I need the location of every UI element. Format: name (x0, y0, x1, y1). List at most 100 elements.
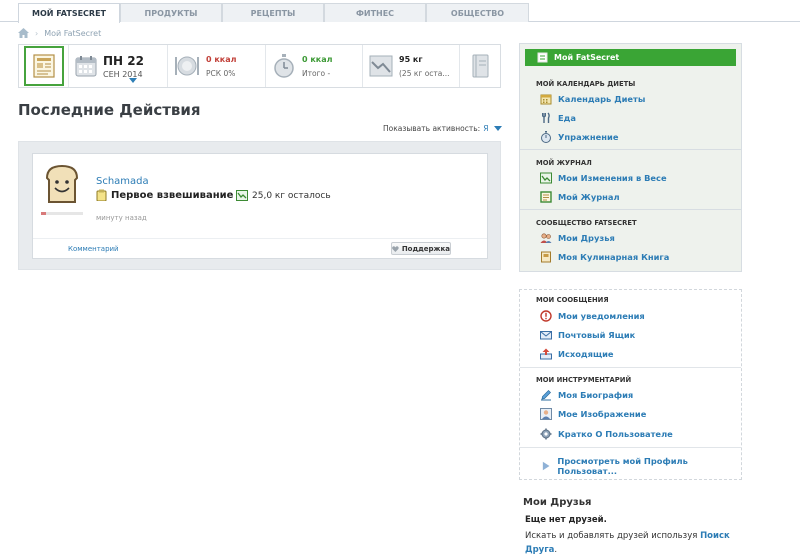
exercise-cell[interactable]: 0 ккал Итого - (266, 45, 363, 87)
gear-icon (540, 428, 552, 440)
remaining-weight-text: 25,0 кг осталось (252, 190, 331, 201)
divider (520, 209, 741, 210)
food-cell[interactable]: 0 ккал РСК 0% (168, 45, 266, 87)
weight-metric: 95 кг (25 кг оста... (399, 55, 450, 78)
tab-community[interactable]: ОБЩЕСТВО (426, 3, 529, 22)
user-name-link[interactable]: Schamada (96, 176, 149, 187)
weigh-in-event: Первое взвешивание (96, 189, 233, 201)
my-friends-block: Мои Друзья Еще нет друзей. Искать и доба… (523, 497, 743, 555)
exercise-total: Итого - (302, 68, 331, 78)
add-friends-end: . (554, 545, 558, 555)
sidebar-item-my-picture[interactable]: Мое Изображение (540, 408, 646, 420)
exercise-kcal: 0 ккал (302, 54, 333, 64)
tab-my-fatsecret[interactable]: МОЙ FATSECRET (18, 3, 120, 23)
timestamp: минуту назад (96, 214, 147, 222)
user-picture-icon (540, 408, 552, 420)
food-metric: 0 ккал РСК 0% (206, 55, 236, 78)
breadcrumb-current: Мой FatSecret (44, 28, 102, 38)
sidebar-item-food[interactable]: Еда (540, 112, 576, 124)
tab-products[interactable]: ПРОДУКТЫ (120, 3, 222, 22)
journal-cell[interactable] (19, 45, 69, 87)
sidebar-item-label: Исходящие (558, 349, 614, 359)
activity-filter[interactable]: Показывать активность: Я (383, 124, 503, 133)
journal-icon (540, 191, 552, 203)
heart-icon (392, 245, 399, 252)
sidebar-main-menu: Мой FatSecret МОЙ КАЛЕНДАРЬ ДИЕТЫ Календ… (519, 43, 742, 272)
notes-cell[interactable] (460, 45, 500, 87)
weight-chart-icon (236, 190, 248, 201)
alert-icon (540, 310, 552, 322)
sidebar-item-notifications[interactable]: Мои уведомления (540, 310, 645, 322)
stopwatch-icon (274, 54, 294, 78)
weight-remaining-info: 25,0 кг осталось (236, 190, 331, 201)
activity-filter-value[interactable]: Я (483, 124, 488, 133)
sidebar-item-diet-calendar[interactable]: Календарь Диеты (540, 93, 645, 105)
sidebar-header-label: Мой FatSecret (554, 53, 620, 62)
sidebar-item-label: Почтовый Ящик (558, 330, 636, 340)
sidebar-header-my-fatsecret[interactable]: Мой FatSecret (525, 49, 736, 66)
support-button[interactable]: Поддержка (391, 242, 451, 255)
sidebar-item-my-friends[interactable]: Мои Друзья (540, 232, 615, 244)
food-kcal: 0 ккал (206, 54, 237, 64)
food-rsk: РСК 0% (206, 68, 236, 78)
group-title-community: СООБЩЕСТВО FATSECRET (536, 219, 637, 227)
home-icon[interactable] (18, 28, 29, 38)
divider (520, 367, 741, 368)
tab-fitness[interactable]: ФИТНЕС (324, 3, 426, 22)
weight-cell[interactable]: 95 кг (25 кг оста... (363, 45, 460, 87)
date-monthyear: СЕН 2014 (103, 69, 143, 79)
sidebar-messages-tools: МОИ СООБЩЕНИЯ Мои уведомления Почтовый Я… (519, 289, 742, 480)
sidebar-item-label: Мои уведомления (558, 311, 645, 321)
sidebar-item-inbox[interactable]: Почтовый Ящик (540, 329, 635, 341)
sidebar-item-weight-changes[interactable]: Мои Изменения в Весе (540, 172, 667, 184)
chevron-down-icon[interactable] (494, 126, 503, 131)
activity-feed: Schamada Первое взвешивание 25,0 кг оста… (18, 141, 501, 270)
sidebar-item-label: Моя Биография (558, 390, 634, 400)
sidebar-item-about-user[interactable]: Кратко О Пользователе (540, 428, 673, 440)
nav-tabs: МОЙ FATSECRET ПРОДУКТЫ РЕЦЕПТЫ ФИТНЕС ОБ… (18, 3, 529, 23)
sidebar-item-my-journal[interactable]: Мой Журнал (540, 191, 620, 203)
my-friends-title: Мои Друзья (523, 497, 592, 508)
cookbook-icon (541, 251, 551, 263)
clipboard-icon (96, 189, 107, 201)
top-navigation: МОЙ FATSECRET ПРОДУКТЫ РЕЦЕПТЫ ФИТНЕС ОБ… (0, 0, 800, 23)
sidebar-item-label: Мои Друзья (558, 233, 615, 243)
group-title-journal: МОЙ ЖУРНАЛ (536, 159, 592, 167)
sidebar-item-label: Мой Журнал (558, 192, 620, 202)
breadcrumb-separator: › (35, 28, 39, 38)
no-friends-text: Еще нет друзей. (525, 515, 607, 525)
journal-frame[interactable] (23, 46, 64, 86)
add-friends-label: Искать и добавлять друзей используя (525, 531, 698, 541)
weight-value: 95 кг (399, 54, 423, 64)
calendar-icon (75, 56, 97, 77)
group-title-tools: МОИ ИНСТРУМЕНТАРИЙ (536, 376, 632, 384)
comment-link[interactable]: Комментарий (68, 245, 119, 253)
weight-remaining: (25 кг оста... (399, 68, 450, 78)
chevron-down-icon[interactable] (129, 78, 137, 83)
support-button-label: Поддержка (401, 244, 450, 253)
view-profile-link[interactable]: Просмотреть мой Профиль Пользоват... (540, 456, 741, 476)
outbox-icon (540, 348, 552, 360)
sidebar-item-label: Календарь Диеты (558, 94, 646, 104)
sidebar-item-cookbook[interactable]: Моя Кулинарная Книга (540, 251, 669, 263)
calendar-icon (540, 94, 552, 105)
toast-avatar-icon[interactable] (43, 164, 81, 204)
divider (520, 149, 741, 150)
sidebar-item-label: Кратко О Пользователе (558, 429, 673, 439)
avatar-progress-bar (41, 212, 83, 215)
sidebar-item-exercise[interactable]: Упражнение (540, 131, 618, 143)
date-cell[interactable]: ПН 22 СЕН 2014 (69, 45, 168, 87)
group-title-diet-calendar: МОЙ КАЛЕНДАРЬ ДИЕТЫ (536, 80, 636, 88)
sidebar-item-biography[interactable]: Моя Биография (540, 389, 633, 401)
tab-recipes[interactable]: РЕЦЕПТЫ (222, 3, 324, 22)
weight-chart-icon (540, 172, 552, 184)
friends-icon (540, 233, 552, 243)
sidebar-item-label: Моя Кулинарная Книга (558, 252, 670, 262)
sidebar-item-label: Мое Изображение (558, 409, 647, 419)
sidebar-item-outbox[interactable]: Исходящие (540, 348, 614, 360)
sidebar-item-label: Упражнение (558, 132, 619, 142)
breadcrumb: › Мой FatSecret (18, 27, 101, 39)
activity-card: Schamada Первое взвешивание 25,0 кг оста… (32, 153, 488, 259)
group-title-messages: МОИ СООБЩЕНИЯ (536, 296, 609, 304)
journal-icon (537, 52, 548, 63)
